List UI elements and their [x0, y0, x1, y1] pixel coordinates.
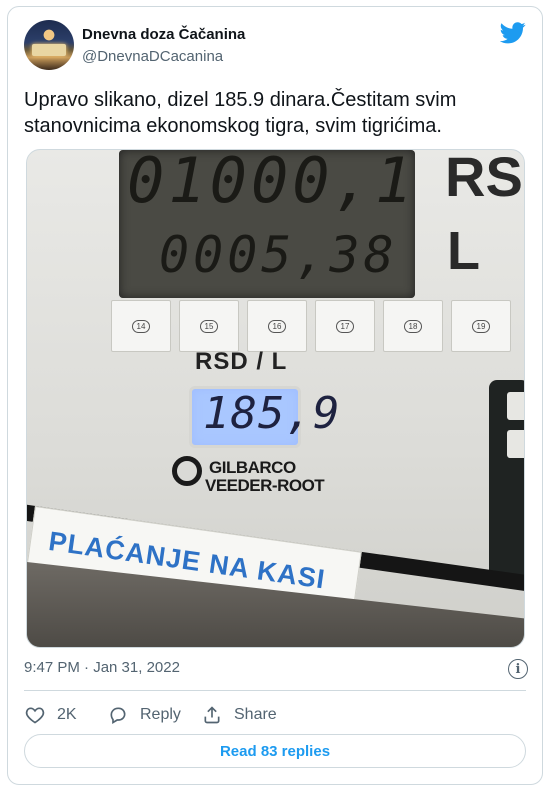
like-count: 2K	[57, 706, 77, 723]
unit-rsd-label: RSD	[445, 149, 524, 208]
calibration-stickers: 14 15 16 17 18 19	[111, 300, 524, 356]
tweet-card: Dnevna doza Čačanina @DnevnaDCacanina Up…	[7, 6, 543, 785]
sticker: 15	[179, 300, 239, 352]
reply-button[interactable]: Reply	[108, 704, 181, 726]
tweet-photo[interactable]: 01000,1 0005,38 RSD L 14 15 16 17 18 19 …	[26, 149, 525, 648]
share-icon	[204, 706, 220, 724]
price-digits: 185,9	[203, 388, 341, 439]
tweet-timestamp[interactable]: 9:47 PM · Jan 31, 2022	[24, 659, 180, 676]
avatar[interactable]	[24, 20, 74, 70]
reply-label: Reply	[140, 706, 181, 723]
sticker: 17	[315, 300, 375, 352]
sticker: 16	[247, 300, 307, 352]
share-button[interactable]: Share	[202, 704, 277, 726]
sticker: 14	[111, 300, 171, 352]
side-window	[507, 392, 524, 420]
sticker-number: 18	[403, 319, 423, 333]
side-panel	[489, 380, 524, 580]
unit-l-label: L	[447, 221, 480, 281]
sticker-number: 14	[131, 319, 151, 333]
author-handle[interactable]: @DnevnaDCacanina	[82, 48, 223, 65]
brand-line2: VEEDER-ROOT	[205, 476, 325, 495]
info-icon[interactable]: i	[508, 659, 528, 679]
twitter-bird-icon[interactable]	[500, 22, 526, 44]
sticker-number: 16	[267, 319, 287, 333]
read-replies-button[interactable]: Read 83 replies	[24, 734, 526, 768]
share-label: Share	[234, 706, 277, 723]
like-button[interactable]: 2K	[25, 704, 77, 726]
brand-line1: GILBARCO	[209, 458, 296, 477]
divider	[24, 690, 526, 691]
sticker-number: 17	[335, 319, 355, 333]
volume-digits: 0005,38	[159, 226, 398, 284]
comment-bubble-icon	[110, 707, 126, 724]
price-unit-label: RSD / L	[195, 348, 288, 375]
sticker: 18	[383, 300, 443, 352]
sticker: 19	[451, 300, 511, 352]
side-window	[507, 430, 524, 458]
tweet-text: Upravo slikano, dizel 185.9 dinara.Česti…	[24, 89, 457, 137]
total-digits: 01000,1	[127, 149, 417, 217]
gilbarco-logo-icon	[172, 456, 202, 486]
sticker-number: 19	[471, 319, 491, 333]
author-name[interactable]: Dnevna doza Čačanina	[82, 26, 245, 43]
sticker-number: 15	[199, 319, 219, 333]
heart-icon	[25, 707, 45, 724]
